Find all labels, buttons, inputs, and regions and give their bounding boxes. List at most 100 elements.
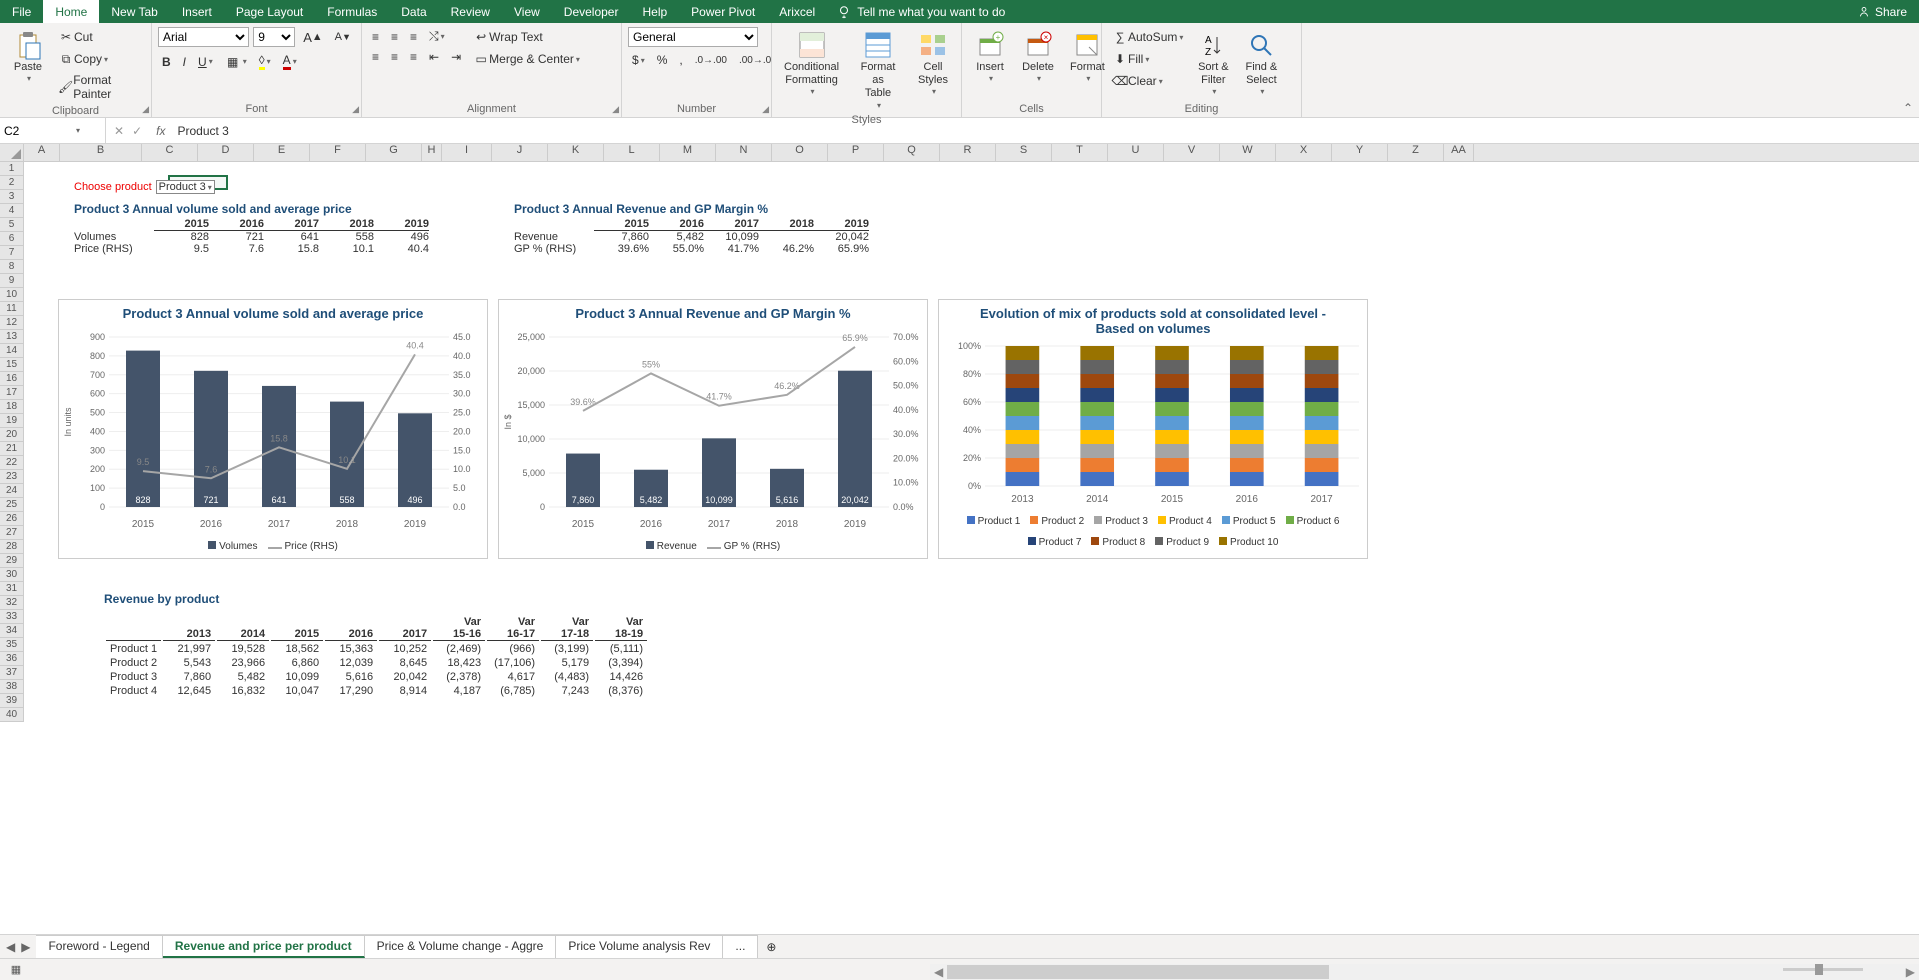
fill-color-button[interactable]: ◊▾ (255, 51, 275, 72)
sheet-tab[interactable]: ... (723, 935, 758, 958)
menu-developer[interactable]: Developer (552, 0, 631, 23)
cell[interactable]: 14,426 (595, 671, 647, 683)
cell[interactable] (759, 231, 814, 243)
row-header-21[interactable]: 21 (0, 442, 23, 456)
row-header-5[interactable]: 5 (0, 218, 23, 232)
row-header-11[interactable]: 11 (0, 302, 23, 316)
col-header-T[interactable]: T (1052, 144, 1108, 161)
cell[interactable]: 15,363 (325, 643, 377, 655)
increase-decimal-button[interactable]: .0→.00 (691, 53, 731, 68)
cell[interactable]: (2,469) (433, 643, 485, 655)
cell[interactable]: 10,047 (271, 685, 323, 697)
cell[interactable]: 40.4 (374, 243, 429, 255)
cell[interactable]: (17,106) (487, 657, 539, 669)
cancel-formula-button[interactable]: ✕ (114, 124, 124, 138)
row-header-26[interactable]: 26 (0, 512, 23, 526)
row-header-33[interactable]: 33 (0, 610, 23, 624)
cell[interactable]: 21,997 (163, 643, 215, 655)
row-header-3[interactable]: 3 (0, 190, 23, 204)
cell[interactable]: 65.9% (814, 243, 869, 255)
bold-button[interactable]: B (158, 53, 175, 71)
macro-record-icon[interactable]: ▦ (8, 962, 24, 978)
col-header-S[interactable]: S (996, 144, 1052, 161)
cell[interactable]: 7.6 (209, 243, 264, 255)
col-header-O[interactable]: O (772, 144, 828, 161)
number-format-select[interactable]: General (628, 27, 758, 47)
cell[interactable]: 55.0% (649, 243, 704, 255)
menu-file[interactable]: File (0, 0, 43, 23)
cell[interactable]: 828 (154, 231, 209, 243)
merge-center-button[interactable]: ▭Merge & Center▾ (469, 49, 584, 69)
cell[interactable]: (4,483) (541, 671, 593, 683)
row-header-27[interactable]: 27 (0, 526, 23, 540)
col-header-I[interactable]: I (442, 144, 492, 161)
cell[interactable]: 4,187 (433, 685, 485, 697)
align-middle-button[interactable]: ≡ (387, 28, 402, 46)
sheet-tab[interactable]: Revenue and price per product (163, 935, 365, 958)
cell[interactable]: 18,562 (271, 643, 323, 655)
row-header-29[interactable]: 29 (0, 554, 23, 568)
cell[interactable]: 10,099 (271, 671, 323, 683)
col-header-G[interactable]: G (366, 144, 422, 161)
col-header-AA[interactable]: AA (1444, 144, 1474, 161)
underline-button[interactable]: U▾ (194, 53, 217, 71)
row-header-24[interactable]: 24 (0, 484, 23, 498)
insert-cells-button[interactable]: +Insert▾ (968, 27, 1012, 101)
cell[interactable]: 23,966 (217, 657, 269, 669)
row-header-12[interactable]: 12 (0, 316, 23, 330)
decrease-indent-button[interactable]: ⇤ (425, 48, 443, 66)
cell[interactable]: Product 1 (106, 643, 161, 655)
menu-newtab[interactable]: New Tab (99, 0, 169, 23)
row-header-14[interactable]: 14 (0, 344, 23, 358)
orientation-button[interactable]: ⤭▾ (425, 27, 449, 46)
row-header-37[interactable]: 37 (0, 666, 23, 680)
cell[interactable]: 9.5 (154, 243, 209, 255)
format-painter-button[interactable]: 🖌Format Painter (54, 71, 145, 103)
wrap-text-button[interactable]: ↩Wrap Text (469, 27, 584, 47)
cell[interactable]: (5,111) (595, 643, 647, 655)
col-header-W[interactable]: W (1220, 144, 1276, 161)
cell[interactable]: 41.7% (704, 243, 759, 255)
menu-arixcel[interactable]: Arixcel (767, 0, 827, 23)
col-header-L[interactable]: L (604, 144, 660, 161)
product-dropdown[interactable]: Product 3 ▾ (156, 180, 215, 194)
menu-review[interactable]: Review (439, 0, 502, 23)
clear-button[interactable]: ⌫Clear▾ (1108, 71, 1187, 91)
paste-button[interactable]: Paste ▾ (6, 27, 50, 103)
row-header-13[interactable]: 13 (0, 330, 23, 344)
row-header-32[interactable]: 32 (0, 596, 23, 610)
col-header-Q[interactable]: Q (884, 144, 940, 161)
row-header-1[interactable]: 1 (0, 162, 23, 176)
cell[interactable]: 7,860 (594, 231, 649, 243)
row-header-15[interactable]: 15 (0, 358, 23, 372)
conditional-formatting-button[interactable]: Conditional Formatting▾ (778, 27, 845, 112)
col-header-Z[interactable]: Z (1388, 144, 1444, 161)
cell[interactable]: 46.2% (759, 243, 814, 255)
cell[interactable]: 5,482 (217, 671, 269, 683)
row-header-40[interactable]: 40 (0, 708, 23, 722)
cell[interactable]: 20,042 (814, 231, 869, 243)
cell[interactable]: 12,645 (163, 685, 215, 697)
sheet-tab[interactable]: Price & Volume change - Aggre (365, 935, 557, 958)
cell[interactable]: 10,252 (379, 643, 431, 655)
sheet-tab[interactable]: Price Volume analysis Rev (556, 935, 723, 958)
decrease-decimal-button[interactable]: .00→.0 (735, 53, 775, 68)
cell[interactable]: (2,378) (433, 671, 485, 683)
cell[interactable]: 6,860 (271, 657, 323, 669)
col-header-B[interactable]: B (60, 144, 142, 161)
align-right-button[interactable]: ≡ (406, 48, 421, 66)
row-header-25[interactable]: 25 (0, 498, 23, 512)
name-box-input[interactable] (4, 124, 74, 138)
cell[interactable]: 10.1 (319, 243, 374, 255)
cell[interactable]: (8,376) (595, 685, 647, 697)
col-header-P[interactable]: P (828, 144, 884, 161)
number-dialog-launcher[interactable]: ◢ (762, 104, 769, 115)
tab-nav-next[interactable]: ▶ (21, 940, 30, 954)
menu-powerpivot[interactable]: Power Pivot (679, 0, 767, 23)
row-header-17[interactable]: 17 (0, 386, 23, 400)
align-left-button[interactable]: ≡ (368, 48, 383, 66)
cell[interactable]: Product 4 (106, 685, 161, 697)
col-header-X[interactable]: X (1276, 144, 1332, 161)
increase-indent-button[interactable]: ⇥ (447, 48, 465, 66)
menu-data[interactable]: Data (389, 0, 438, 23)
